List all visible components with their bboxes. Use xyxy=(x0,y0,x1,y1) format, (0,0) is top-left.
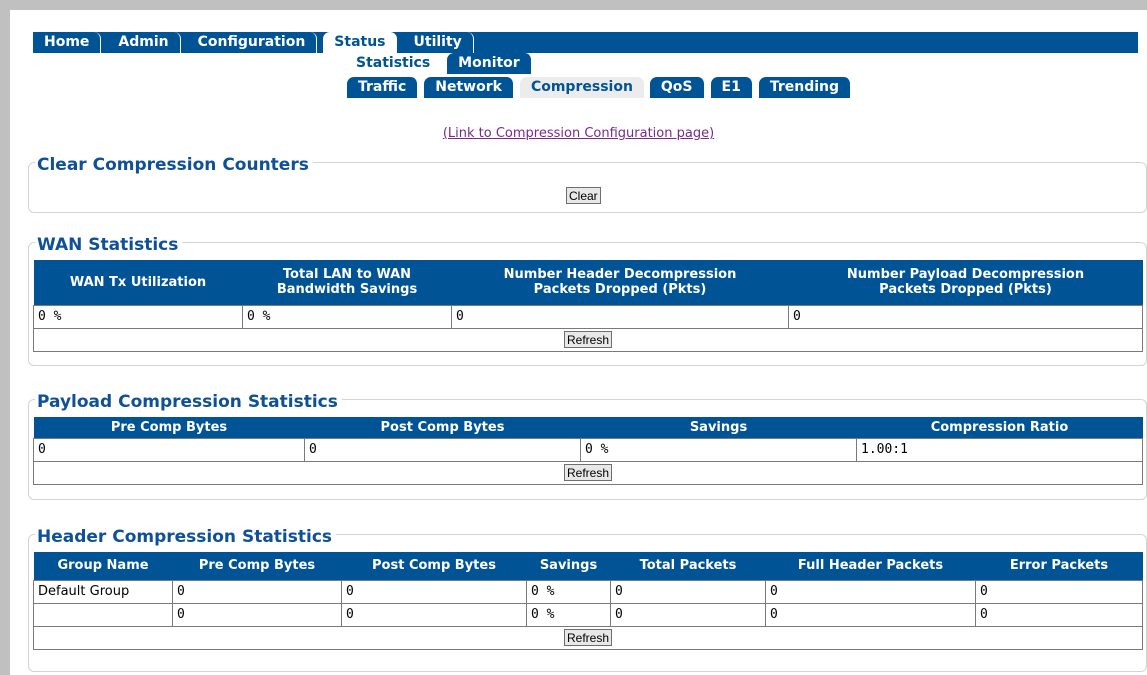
bandwidth-savings-value: 0 % xyxy=(242,304,452,329)
col-header: Number Header Decompression Packets Dropp… xyxy=(451,260,789,305)
payload-decomp-dropped-value: 0 xyxy=(788,304,1143,329)
tab-utility[interactable]: Utility xyxy=(402,32,474,53)
group-name-value xyxy=(33,602,173,627)
col-header: Post Comp Bytes xyxy=(341,552,527,580)
col-header: Post Comp Bytes xyxy=(304,417,581,438)
savings-value: 0 % xyxy=(526,579,611,604)
payload-compression-section: Payload Compression Statistics Pre Comp … xyxy=(28,392,1147,500)
total-packets-value: 0 xyxy=(610,579,766,604)
full-header-packets-value: 0 xyxy=(765,579,976,604)
group-name-value: Default Group xyxy=(33,579,173,604)
compression-ratio-value: 1.00:1 xyxy=(856,437,1143,462)
post-comp-bytes-value: 0 xyxy=(304,437,581,462)
tab-home[interactable]: Home xyxy=(33,32,102,53)
tab-e1[interactable]: E1 xyxy=(710,77,753,98)
main-nav: Home Admin Configuration Status Utility xyxy=(33,32,1138,53)
clear-button[interactable]: Clear xyxy=(566,187,601,204)
pre-comp-bytes-value: 0 xyxy=(33,437,305,462)
page-frame: Home Admin Configuration Status Utility … xyxy=(10,10,1147,675)
savings-value: 0 % xyxy=(580,437,857,462)
table-row: Refresh xyxy=(33,460,1143,485)
header-compression-table: Group Name Pre Comp Bytes Post Comp Byte… xyxy=(33,552,1143,650)
payload-compression-legend: Payload Compression Statistics xyxy=(35,392,342,412)
col-header: Savings xyxy=(526,552,611,580)
wan-tx-utilization-value: 0 % xyxy=(33,304,243,329)
pre-comp-bytes-value: 0 xyxy=(172,602,342,627)
total-packets-value: 0 xyxy=(610,602,766,627)
header-compression-legend: Header Compression Statistics xyxy=(35,527,337,547)
col-header: Total LAN to WAN Bandwidth Savings xyxy=(242,260,452,305)
tab-traffic[interactable]: Traffic xyxy=(347,77,419,98)
refresh-cell: Refresh xyxy=(33,625,1143,650)
table-row: Refresh xyxy=(33,625,1143,650)
full-header-packets-value: 0 xyxy=(765,602,976,627)
col-header: Group Name xyxy=(33,552,173,580)
error-packets-value: 0 xyxy=(975,579,1143,604)
table-row: Default Group 0 0 0 % 0 0 0 xyxy=(33,579,1143,604)
wan-statistics-legend: WAN Statistics xyxy=(35,235,183,255)
table-row: 0 0 0 % 0 0 0 xyxy=(33,602,1143,627)
tab-configuration[interactable]: Configuration xyxy=(186,32,318,53)
col-header: Pre Comp Bytes xyxy=(33,417,305,438)
col-header: Full Header Packets xyxy=(765,552,976,580)
col-header: Pre Comp Bytes xyxy=(172,552,342,580)
tab-status[interactable]: Status xyxy=(323,32,397,53)
payload-compression-table: Pre Comp Bytes Post Comp Bytes Savings C… xyxy=(33,417,1143,485)
refresh-cell: Refresh xyxy=(33,327,1143,352)
post-comp-bytes-value: 0 xyxy=(341,579,527,604)
header-compression-section: Header Compression Statistics Group Name… xyxy=(28,527,1147,672)
tab-qos[interactable]: QoS xyxy=(649,77,705,98)
tab-network[interactable]: Network xyxy=(424,77,514,98)
tab-trending[interactable]: Trending xyxy=(758,77,852,98)
table-row: Refresh xyxy=(33,327,1143,352)
pre-comp-bytes-value: 0 xyxy=(172,579,342,604)
col-header: WAN Tx Utilization xyxy=(33,260,243,305)
table-row: 0 % 0 % 0 0 xyxy=(33,304,1143,329)
clear-counters-legend: Clear Compression Counters xyxy=(35,155,313,175)
tab-statistics[interactable]: Statistics xyxy=(345,53,442,74)
wan-statistics-table: WAN Tx Utilization Total LAN to WAN Bandw… xyxy=(33,260,1143,352)
tab-compression[interactable]: Compression xyxy=(519,77,644,98)
table-row: 0 0 0 % 1.00:1 xyxy=(33,437,1143,462)
refresh-cell: Refresh xyxy=(33,460,1143,485)
col-header: Total Packets xyxy=(610,552,766,580)
col-header: Number Payload Decompression Packets Drop… xyxy=(788,260,1143,305)
savings-value: 0 % xyxy=(526,602,611,627)
error-packets-value: 0 xyxy=(975,602,1143,627)
tab-monitor[interactable]: Monitor xyxy=(447,53,532,74)
clear-counters-section: Clear Compression Counters Clear xyxy=(28,155,1147,213)
col-header: Savings xyxy=(580,417,857,438)
post-comp-bytes-value: 0 xyxy=(341,602,527,627)
wan-statistics-section: WAN Statistics WAN Tx Utilization Total … xyxy=(28,235,1147,366)
wan-refresh-button[interactable]: Refresh xyxy=(563,331,613,348)
header-refresh-button[interactable]: Refresh xyxy=(563,629,613,646)
payload-refresh-button[interactable]: Refresh xyxy=(563,464,613,481)
statistics-subnav: Traffic Network Compression QoS E1 Trend… xyxy=(347,77,857,98)
compression-config-link-wrap: (Link to Compression Configuration page) xyxy=(10,126,1147,141)
compression-config-link[interactable]: (Link to Compression Configuration page) xyxy=(443,126,714,141)
col-header: Error Packets xyxy=(975,552,1143,580)
col-header: Compression Ratio xyxy=(856,417,1143,438)
status-subnav: Statistics Monitor xyxy=(345,53,538,74)
header-decomp-dropped-value: 0 xyxy=(451,304,789,329)
tab-admin[interactable]: Admin xyxy=(107,32,181,53)
